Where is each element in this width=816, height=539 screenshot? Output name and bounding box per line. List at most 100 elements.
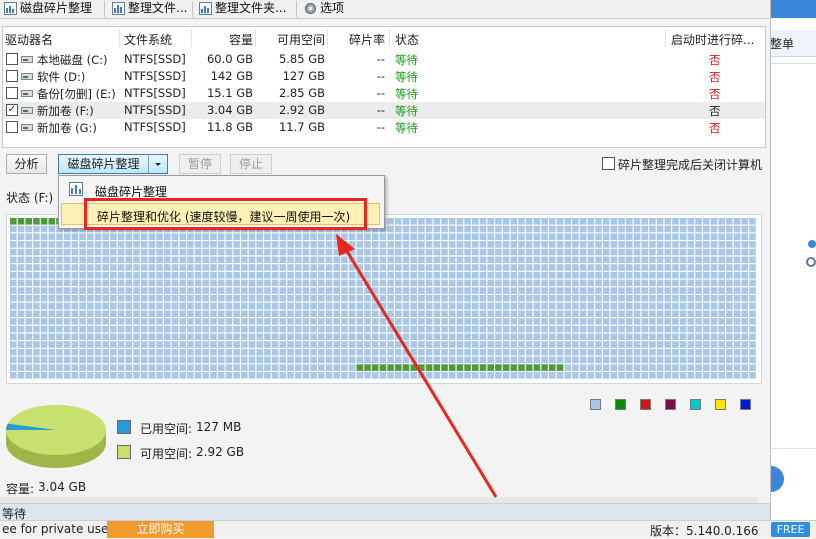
cluster-block [395,333,402,341]
cluster-block [618,256,625,264]
cluster-block [656,333,664,341]
cluster-block [602,248,610,256]
cluster-block [433,287,441,294]
drive-row[interactable]: 新加卷 (G:) NTFS[SSD] 11.8 GB 11.7 GB -- 等待否 [3,119,765,136]
toolbar-options[interactable]: 选项 [302,0,344,18]
cluster-block [649,264,656,271]
cluster-block [633,325,641,333]
cluster-block [225,356,233,364]
buy-now-button[interactable]: 立即购买 [107,521,214,538]
cluster-block [649,348,656,356]
cluster-block [564,310,571,317]
column-header-boot-defrag[interactable]: 启动时进行碎... [671,31,754,48]
cluster-block [726,218,733,225]
cluster-block [672,271,679,279]
cluster-block [726,271,733,279]
cluster-block [202,287,210,294]
cluster-block [171,248,179,256]
defrag-button[interactable]: 磁盘碎片整理 [58,154,149,174]
cluster-block [448,333,456,341]
cluster-block [695,218,702,225]
cluster-block [210,348,217,356]
cluster-block [710,287,718,294]
cluster-block [695,310,702,317]
cluster-block [572,241,579,248]
cluster-block [602,348,610,356]
cluster-block [441,302,448,310]
drive-checkbox[interactable] [6,53,18,65]
cluster-block [79,241,86,248]
cluster-block [33,256,40,264]
cluster-block [456,318,464,325]
cluster-block [179,279,186,287]
cluster-block [117,318,125,325]
toolbar-defrag-folder[interactable]: 整理文件夹... [197,0,286,18]
drive-checkbox[interactable] [6,121,18,133]
cluster-block [241,287,248,294]
cluster-block [679,218,687,225]
cluster-block [125,348,133,356]
cluster-block [110,248,117,256]
drive-checkbox[interactable]: ✓ [6,104,18,116]
drive-row[interactable]: ✓ 新加卷 (F:) NTFS[SSD] 3.04 GB 2.92 GB -- 等待否 [3,102,765,119]
drive-checkbox[interactable] [6,87,18,99]
cluster-block [341,241,348,248]
drive-row[interactable]: 软件 (D:) NTFS[SSD] 142 GB 127 GB -- 等待否 [3,68,765,85]
stop-button[interactable]: 停止 [230,154,272,174]
cluster-block [241,302,248,310]
cluster-block [364,287,371,294]
analyze-button[interactable]: 分析 [6,154,47,174]
cluster-block [364,341,371,348]
cluster-block [710,318,718,325]
cluster-block [572,318,579,325]
cluster-block [433,318,441,325]
cluster-block [687,310,695,317]
drive-checkbox[interactable] [6,70,18,82]
cluster-block [733,295,741,302]
cluster-block [641,372,648,379]
background-app-dropdown[interactable]: 整单 [768,30,816,57]
column-header-drive[interactable]: 驱动器名 [5,31,53,48]
cluster-block [633,295,641,302]
cluster-block [556,241,564,248]
cluster-block [679,341,687,348]
radio-dot-icon[interactable] [808,240,816,248]
cluster-block [556,341,564,348]
cluster-block [356,279,364,287]
cluster-block [87,248,94,256]
cluster-block [63,364,71,371]
column-header-capacity[interactable]: 容量 [193,31,253,48]
cluster-block [17,241,25,248]
cluster-block [217,341,225,348]
cluster-block [140,325,148,333]
cluster-block [472,287,479,294]
radio-ring-icon[interactable] [806,257,816,267]
cluster-block [179,248,186,256]
column-header-free-space[interactable]: 可用空间 [257,31,325,48]
toolbar-label: 选项 [320,1,345,15]
cluster-block [687,241,695,248]
cluster-block [425,241,433,248]
cluster-block [610,271,618,279]
cluster-block [110,341,117,348]
defrag-dropdown-button[interactable] [148,154,168,174]
cluster-block [156,372,163,379]
cluster-block [410,333,417,341]
column-header-fragmentation[interactable]: 碎片率 [329,31,385,48]
drive-row[interactable]: 备份[勿删] (E:) NTFS[SSD] 15.1 GB 2.85 GB -- 等待否 [3,85,765,102]
pause-button[interactable]: 暂停 [179,154,221,174]
column-header-filesystem[interactable]: 文件系统 [124,31,172,48]
cluster-block [395,271,402,279]
drive-row[interactable]: 本地磁盘 (C:) NTFS[SSD] 60.0 GB 5.85 GB -- 等待否 [3,51,765,68]
shutdown-checkbox[interactable] [602,157,615,170]
toolbar-defrag-file[interactable]: 整理文件... [110,0,187,18]
cluster-block [479,218,487,225]
cluster-block [217,310,225,317]
cluster-block [156,302,163,310]
cluster-block [749,248,756,256]
cluster-block [202,302,210,310]
cluster-block [410,372,417,379]
cluster-block [595,264,602,271]
toolbar-defrag-disk[interactable]: 磁盘碎片整理 [2,0,92,18]
column-header-status[interactable]: 状态 [395,31,419,48]
